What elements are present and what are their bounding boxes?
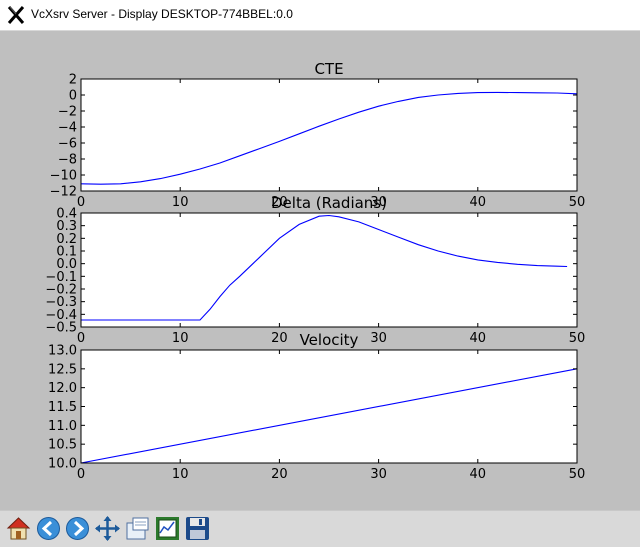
cte-x-tick-label: 0 (77, 195, 85, 210)
cte-chart-title: CTE (314, 60, 343, 78)
subplot-cte: 0 10 20 30 40 5020−2−4−6−8−10−12CTE (50, 60, 586, 210)
cte-y-tick-label: −2 (58, 105, 77, 120)
velocity-chart-title: Velocity (300, 331, 359, 349)
velocity-y-tick-label: 12.5 (48, 362, 77, 377)
arrow-right-icon (66, 517, 89, 540)
cte-y-tick-label: −12 (50, 185, 77, 200)
cte-axes-background (81, 79, 577, 191)
window-title: VcXsrv Server - Display DESKTOP-774BBEL:… (31, 7, 293, 21)
back-button[interactable] (35, 515, 62, 542)
forward-button[interactable] (64, 515, 91, 542)
velocity-x-tick-label: 20 (271, 467, 288, 482)
vcxsrv-x-logo-icon (7, 6, 25, 24)
delta-x-tick-label: 10 (172, 331, 189, 346)
zoom-button[interactable] (124, 515, 151, 542)
velocity-x-tick-label: 50 (569, 467, 586, 482)
zoom-rect-icon (126, 517, 149, 540)
navigation-toolbar (0, 510, 640, 547)
cte-x-tick-label: 50 (569, 195, 586, 210)
pan-button[interactable] (94, 515, 121, 542)
delta-x-tick-label: 0 (77, 331, 85, 346)
velocity-y-tick-label: 13.0 (48, 344, 77, 359)
move-arrows-icon (95, 516, 120, 541)
cte-x-tick-label: 40 (470, 195, 487, 210)
delta-x-tick-label: 20 (271, 331, 288, 346)
subplot-delta: 0 10 20 30 40 500.40.30.20.10.0−0.1−0.2−0.3−0… (45, 194, 585, 346)
velocity-x-tick-label: 40 (470, 467, 487, 482)
velocity-y-tick-label: 10.5 (48, 438, 77, 453)
figure-svg: 0 10 20 30 40 5020−2−4−6−8−10−12CTE0 10 20 30 40 5… (45, 60, 586, 482)
velocity-x-tick-label: 30 (370, 467, 387, 482)
figure-canvas[interactable]: 0 10 20 30 40 50 2 0 −2 −4 −6 −8 −10 −12 CTE 0 10 20 30 40 5… (0, 31, 640, 510)
delta-x-tick-label: 30 (370, 331, 387, 346)
save-button[interactable] (184, 515, 211, 542)
delta-axes-background (81, 213, 577, 327)
velocity-x-tick-label: 0 (77, 467, 85, 482)
cte-y-tick-label: 0 (69, 89, 77, 104)
cte-y-tick-label: −10 (50, 169, 77, 184)
delta-x-tick-label: 40 (470, 331, 487, 346)
velocity-y-tick-label: 12.0 (48, 381, 77, 396)
cte-y-tick-label: −6 (58, 137, 77, 152)
cte-y-tick-label: −4 (58, 121, 77, 136)
cte-x-tick-label: 10 (172, 195, 189, 210)
subplots-config-icon (156, 517, 179, 540)
floppy-disk-icon (186, 517, 209, 540)
velocity-axes-background (81, 350, 577, 463)
velocity-y-tick-label: 11.0 (48, 419, 77, 434)
velocity-x-tick-label: 10 (172, 467, 189, 482)
arrow-left-icon (37, 517, 60, 540)
velocity-y-tick-label: 11.5 (48, 400, 77, 415)
cte-y-tick-label: −8 (58, 153, 77, 168)
velocity-y-tick-label: 10.0 (48, 457, 77, 472)
cte-y-tick-label: 2 (69, 73, 77, 88)
home-icon (6, 517, 31, 540)
subplot-velocity: 0 10 20 30 40 50 13.0 12.5 12.0 11.5 11.0 10.5 10.0 V… (48, 331, 585, 482)
delta-y-tick-label: −0.5 (45, 321, 77, 336)
subplots-button[interactable] (154, 515, 181, 542)
delta-x-tick-label: 50 (569, 331, 586, 346)
delta-chart-title: Delta (Radians) (271, 194, 387, 212)
home-button[interactable] (5, 515, 32, 542)
window-titlebar: VcXsrv Server - Display DESKTOP-774BBEL:… (0, 0, 640, 31)
